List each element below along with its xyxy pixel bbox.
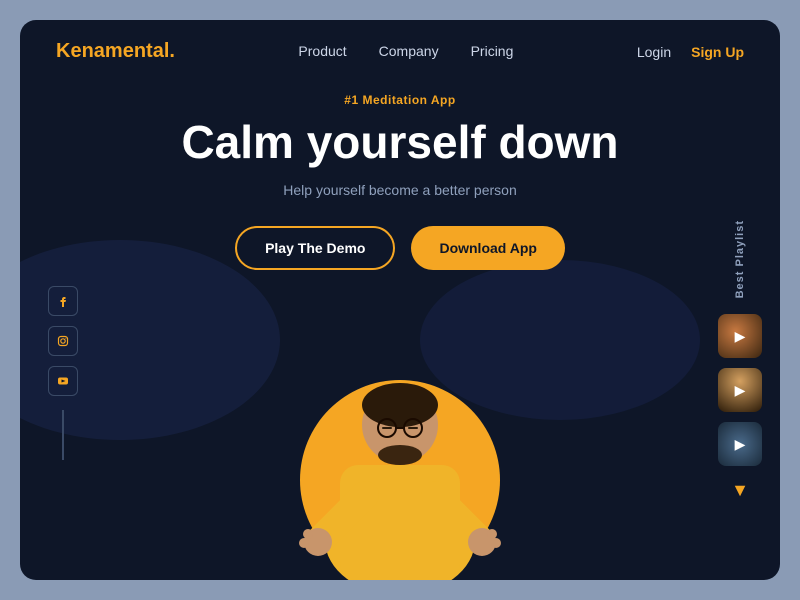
social-line xyxy=(62,410,64,460)
nav-pricing[interactable]: Pricing xyxy=(471,43,514,59)
nav-product[interactable]: Product xyxy=(298,43,346,59)
playlist-item-2[interactable]: ▶ xyxy=(718,368,762,412)
signup-button[interactable]: Sign Up xyxy=(691,44,744,60)
playlist-item-3[interactable]: ▶ xyxy=(718,422,762,466)
download-app-button[interactable]: Download App xyxy=(411,226,564,270)
logo-suffix: mental xyxy=(105,40,169,62)
facebook-icon[interactable] xyxy=(48,286,78,316)
hero-buttons: Play The Demo Download App xyxy=(60,226,740,270)
playlist-item-1[interactable]: ▶ xyxy=(718,314,762,358)
login-button[interactable]: Login xyxy=(637,44,671,60)
playlist-arrow: ▼ xyxy=(731,480,749,501)
social-icons xyxy=(48,286,78,460)
playlist-label: Best Playlist xyxy=(734,220,746,298)
youtube-icon[interactable] xyxy=(48,366,78,396)
nav-company[interactable]: Company xyxy=(379,43,439,59)
logo: Kenamental. xyxy=(56,40,175,63)
app-container: Kenamental. Product Company Pricing Logi… xyxy=(20,20,780,580)
person-svg xyxy=(290,310,510,580)
nav-links: Product Company Pricing xyxy=(298,43,513,61)
nav-auth: Login Sign Up xyxy=(637,44,744,60)
hero-title: Calm yourself down xyxy=(60,117,740,168)
play-icon-2: ▶ xyxy=(735,382,746,399)
person-figure xyxy=(280,300,520,580)
play-icon-3: ▶ xyxy=(735,436,746,453)
instagram-icon[interactable] xyxy=(48,326,78,356)
play-icon-1: ▶ xyxy=(735,328,746,345)
hero-section: #1 Meditation App Calm yourself down Hel… xyxy=(20,83,780,270)
navbar: Kenamental. Product Company Pricing Logi… xyxy=(20,20,780,83)
playlist-section: Best Playlist ▶ ▶ ▶ ▼ xyxy=(718,220,762,501)
logo-dot: . xyxy=(169,40,175,62)
logo-prefix: Kena xyxy=(56,40,105,62)
person-container xyxy=(270,290,530,580)
hero-subtitle: Help yourself become a better person xyxy=(60,182,740,198)
hero-tag: #1 Meditation App xyxy=(60,93,740,107)
play-demo-button[interactable]: Play The Demo xyxy=(235,226,395,270)
